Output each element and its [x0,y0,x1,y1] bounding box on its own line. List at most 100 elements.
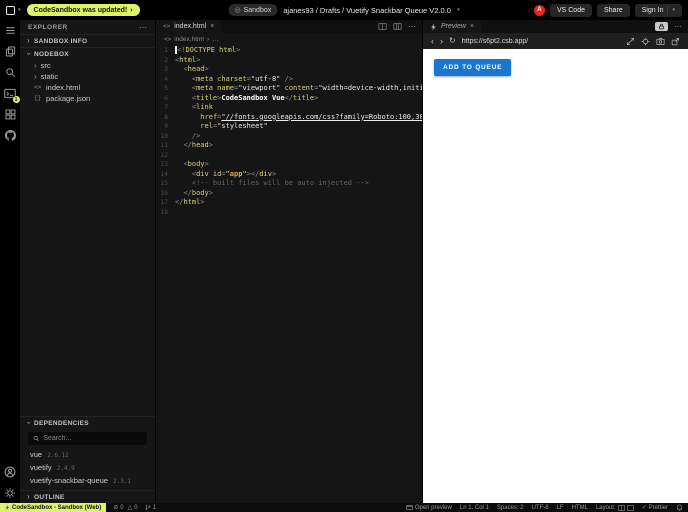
cursor-position[interactable]: Ln 1, Col 1 [460,505,489,511]
account-icon[interactable] [3,464,18,479]
devtools-icon[interactable]: 1 [3,86,20,103]
code-line[interactable]: 17 </html> [156,198,422,208]
signin-button[interactable]: Sign In ▾ [634,3,682,17]
breadcrumb-more: … [212,35,219,43]
html-file-icon: <> [163,23,171,30]
tab-index-html[interactable]: <> index.html × [156,20,222,33]
close-icon[interactable]: × [210,23,214,30]
dependency-search-input[interactable] [43,435,142,442]
split-layout-icon[interactable] [393,22,402,31]
screenshot-icon[interactable] [656,37,665,46]
codesandbox-logo-icon [6,5,15,15]
chevron-right-icon: › [34,71,37,81]
prettier-status[interactable]: ✓ Prettier [642,504,668,512]
code-line[interactable]: 10 /> [156,132,422,142]
explorer-files-icon[interactable] [3,44,18,59]
refresh-button[interactable]: ↻ [449,37,456,45]
encoding[interactable]: UTF-8 [532,505,549,511]
explorer-title: EXPLORER [28,23,68,31]
language-mode[interactable]: HTML [572,505,588,511]
dependency-search[interactable] [28,432,147,445]
open-in-new-window-icon[interactable] [671,37,680,46]
tab-label: Preview [441,23,466,30]
folder-label: static [40,72,59,81]
file-row-src[interactable]: › src [20,60,155,71]
section-dependencies[interactable]: › DEPENDENCIES [20,416,155,429]
target-icon: ◎ [234,7,241,14]
tab-preview[interactable]: Preview × [423,20,481,33]
breadcrumb-file: index.html [174,35,204,43]
nodebox-label: NODEBOX [33,50,69,58]
code-line[interactable]: 5 <meta name="viewport" content="width=d… [156,84,422,94]
editor-pane: <> index.html × ⋯ <> index.html › … 1 <!D… [155,20,422,503]
notifications-bell-icon[interactable] [676,504,683,511]
file-row-package-json[interactable]: {} package.json [20,93,155,104]
code-line[interactable]: 7 <link [156,103,422,113]
code-line[interactable]: 1 <!DOCTYPE html> [156,46,422,56]
code-line[interactable]: 2 <html> [156,56,422,66]
section-outline[interactable]: › OUTLINE [20,490,155,503]
menu-icon[interactable] [3,23,18,38]
split-editor-icon[interactable] [378,22,387,31]
eol[interactable]: LF [557,505,564,511]
section-nodebox[interactable]: › NODEBOX [20,47,155,60]
github-icon[interactable] [3,128,18,143]
workspace-status-button[interactable]: CodeSandbox - Sandbox (Web) [0,503,107,512]
branch-indicator[interactable]: 1 [145,504,156,511]
user-avatar[interactable]: A [533,4,545,16]
dependency-row-vuetify[interactable]: vuetify 2.4.9 [20,461,155,474]
search-icon[interactable] [3,65,18,80]
chevron-right-icon: › [27,492,30,501]
layout-switcher[interactable]: Layout: [596,505,634,511]
code-lines[interactable]: 1 <!DOCTYPE html> 2 <html> 3 <head> 4 <meta c… [156,45,422,503]
dependency-row-vue[interactable]: vue 2.6.12 [20,448,155,461]
update-banner[interactable]: CodeSandbox was updated! › [26,4,140,16]
inspect-crosshair-icon[interactable] [641,37,650,46]
code-line[interactable]: 8 href="//fonts.googleapis.com/css?famil… [156,113,422,123]
devtools-badge: 1 [12,96,20,103]
dependency-row-vuetify-snackbar-queue[interactable]: vuetify-snackbar-queue 2.3.1 [20,474,155,487]
add-to-queue-button[interactable]: ADD TO QUEUE [434,59,512,76]
sandbox-type-badge[interactable]: ◎ Sandbox [228,4,278,16]
back-button[interactable]: ‹ [431,36,434,46]
extensions-icon[interactable] [3,107,18,122]
lightning-icon [5,504,10,511]
code-line[interactable]: 16 </body> [156,189,422,199]
vscode-button[interactable]: VS Code [549,3,592,17]
code-line[interactable]: 11 </head> [156,141,422,151]
responsive-resize-icon[interactable] [626,37,635,46]
more-actions-icon[interactable]: ⋯ [408,22,416,31]
breadcrumb[interactable]: ajanes93 / Drafts / Vuetify Snackbar Que… [283,6,451,15]
indentation[interactable]: Spaces: 2 [497,505,524,511]
code-line[interactable]: 13 <body> [156,160,422,170]
error-icon: ⊘ [113,505,119,511]
url-bar[interactable]: https://s6pt2.csb.app/ [462,38,620,45]
code-line[interactable]: 14 <div id="app"></div> [156,170,422,180]
chevron-right-icon: › [34,60,37,70]
code-line[interactable]: 3 <head> [156,65,422,75]
more-actions-icon[interactable]: ⋯ [139,23,147,32]
forward-button[interactable]: › [440,36,443,46]
share-button[interactable]: Share [597,3,630,17]
open-preview-button[interactable]: Open preview [406,504,452,511]
code-line[interactable]: 6 <title>CodeSandbox Vue</title> [156,94,422,104]
editor-breadcrumb[interactable]: <> index.html › … [156,33,422,45]
more-actions-icon[interactable]: ⋯ [674,22,682,31]
chevron-right-icon: › [27,36,30,45]
code-line[interactable]: 9 rel="stylesheet" [156,122,422,132]
close-icon[interactable]: × [470,23,474,30]
problems-indicator[interactable]: ⊘ 0 △ 0 [113,504,137,512]
file-row-index-html[interactable]: <> index.html [20,82,155,93]
code-line[interactable]: 12 [156,151,422,161]
settings-gear-icon[interactable] [3,485,18,500]
dependency-name: vuetify [30,463,52,472]
file-row-static[interactable]: › static [20,71,155,82]
section-sandbox-info[interactable]: › SANDBOX INFO [20,34,155,47]
code-line[interactable]: 18 [156,208,422,218]
workspace-menu-button[interactable]: ▾ [6,5,21,15]
code-line[interactable]: 4 <meta charset="utf-8" /> [156,75,422,85]
code-line[interactable]: 15 <!-- built files will be auto injecte… [156,179,422,189]
update-banner-label: CodeSandbox was updated! [33,6,128,14]
lock-icon[interactable] [655,22,668,31]
json-file-icon: {} [34,95,42,102]
